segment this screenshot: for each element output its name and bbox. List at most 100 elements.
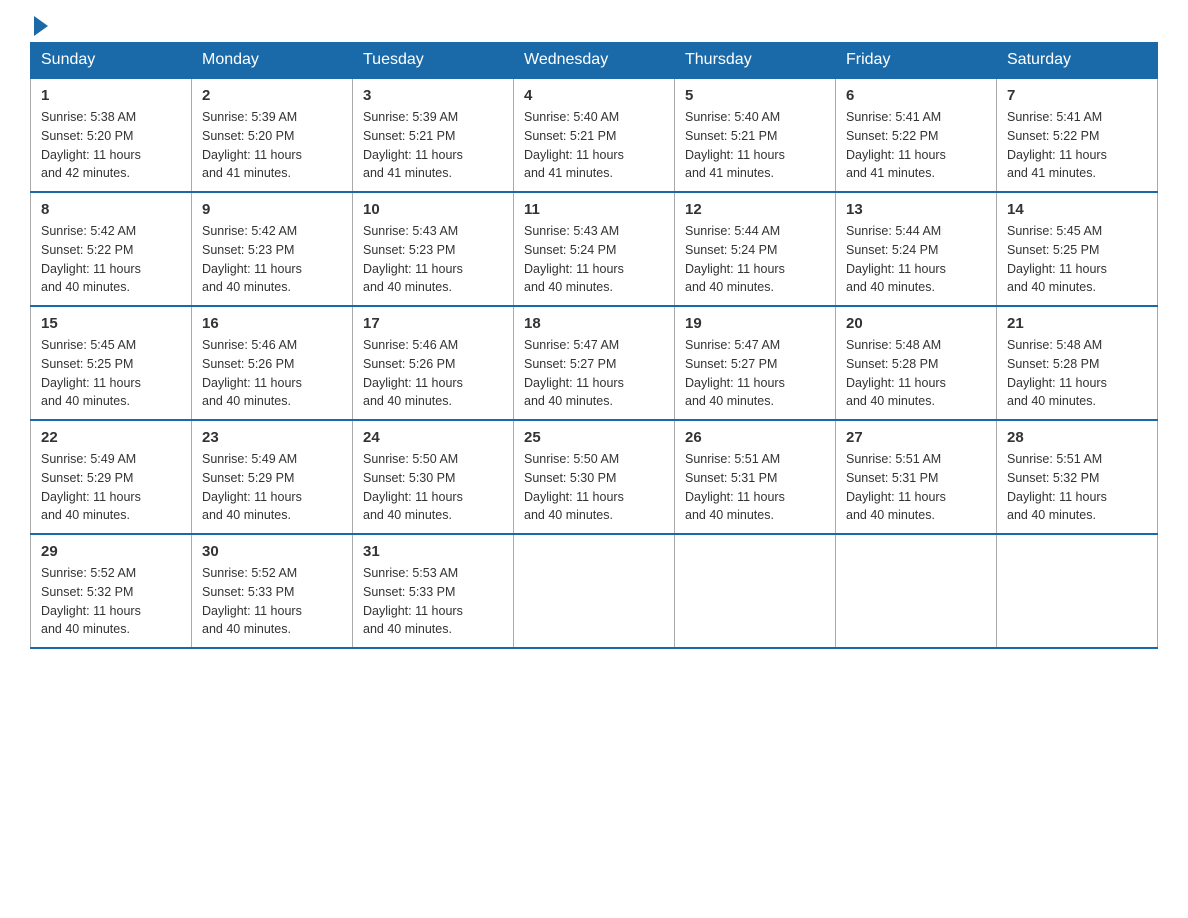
weekday-header-monday: Monday [192, 43, 353, 79]
weekday-header-saturday: Saturday [997, 43, 1158, 79]
calendar-empty-cell [675, 534, 836, 648]
day-info: Sunrise: 5:49 AMSunset: 5:29 PMDaylight:… [41, 450, 181, 525]
day-info: Sunrise: 5:44 AMSunset: 5:24 PMDaylight:… [685, 222, 825, 297]
day-number: 15 [41, 315, 181, 332]
day-number: 25 [524, 429, 664, 446]
day-number: 12 [685, 201, 825, 218]
day-info: Sunrise: 5:47 AMSunset: 5:27 PMDaylight:… [685, 336, 825, 411]
calendar-week-row: 8 Sunrise: 5:42 AMSunset: 5:22 PMDaylight… [31, 192, 1158, 306]
calendar-day-cell: 10 Sunrise: 5:43 AMSunset: 5:23 PMDayligh… [353, 192, 514, 306]
calendar-empty-cell [997, 534, 1158, 648]
day-number: 30 [202, 543, 342, 560]
calendar-empty-cell [514, 534, 675, 648]
day-info: Sunrise: 5:40 AMSunset: 5:21 PMDaylight:… [685, 108, 825, 183]
weekday-header-wednesday: Wednesday [514, 43, 675, 79]
day-number: 21 [1007, 315, 1147, 332]
day-info: Sunrise: 5:52 AMSunset: 5:32 PMDaylight:… [41, 564, 181, 639]
calendar-day-cell: 23 Sunrise: 5:49 AMSunset: 5:29 PMDayligh… [192, 420, 353, 534]
day-info: Sunrise: 5:42 AMSunset: 5:23 PMDaylight:… [202, 222, 342, 297]
day-number: 23 [202, 429, 342, 446]
logo-general-text [30, 20, 48, 36]
calendar-day-cell: 5 Sunrise: 5:40 AMSunset: 5:21 PMDaylight… [675, 78, 836, 192]
calendar-day-cell: 27 Sunrise: 5:51 AMSunset: 5:31 PMDayligh… [836, 420, 997, 534]
day-info: Sunrise: 5:43 AMSunset: 5:24 PMDaylight:… [524, 222, 664, 297]
calendar-day-cell: 31 Sunrise: 5:53 AMSunset: 5:33 PMDayligh… [353, 534, 514, 648]
day-info: Sunrise: 5:53 AMSunset: 5:33 PMDaylight:… [363, 564, 503, 639]
calendar-day-cell: 7 Sunrise: 5:41 AMSunset: 5:22 PMDaylight… [997, 78, 1158, 192]
calendar-day-cell: 16 Sunrise: 5:46 AMSunset: 5:26 PMDayligh… [192, 306, 353, 420]
day-number: 8 [41, 201, 181, 218]
day-number: 11 [524, 201, 664, 218]
weekday-header-friday: Friday [836, 43, 997, 79]
calendar-day-cell: 19 Sunrise: 5:47 AMSunset: 5:27 PMDayligh… [675, 306, 836, 420]
calendar-day-cell: 11 Sunrise: 5:43 AMSunset: 5:24 PMDayligh… [514, 192, 675, 306]
calendar-header-row: SundayMondayTuesdayWednesdayThursdayFrid… [31, 43, 1158, 79]
day-info: Sunrise: 5:52 AMSunset: 5:33 PMDaylight:… [202, 564, 342, 639]
calendar-day-cell: 9 Sunrise: 5:42 AMSunset: 5:23 PMDaylight… [192, 192, 353, 306]
calendar-day-cell: 4Sunrise: 5:40 AMSunset: 5:21 PMDaylight… [514, 78, 675, 192]
day-number: 14 [1007, 201, 1147, 218]
day-number: 27 [846, 429, 986, 446]
calendar-day-cell: 14 Sunrise: 5:45 AMSunset: 5:25 PMDayligh… [997, 192, 1158, 306]
calendar-week-row: 15Sunrise: 5:45 AMSunset: 5:25 PMDayligh… [31, 306, 1158, 420]
calendar-day-cell: 24 Sunrise: 5:50 AMSunset: 5:30 PMDayligh… [353, 420, 514, 534]
day-info: Sunrise: 5:42 AMSunset: 5:22 PMDaylight:… [41, 222, 181, 297]
calendar-day-cell: 15Sunrise: 5:45 AMSunset: 5:25 PMDayligh… [31, 306, 192, 420]
day-number: 13 [846, 201, 986, 218]
day-info: Sunrise: 5:50 AMSunset: 5:30 PMDaylight:… [524, 450, 664, 525]
day-info: Sunrise: 5:43 AMSunset: 5:23 PMDaylight:… [363, 222, 503, 297]
calendar-day-cell: 2Sunrise: 5:39 AMSunset: 5:20 PMDaylight… [192, 78, 353, 192]
day-number: 31 [363, 543, 503, 560]
calendar-day-cell: 29 Sunrise: 5:52 AMSunset: 5:32 PMDayligh… [31, 534, 192, 648]
calendar-empty-cell [836, 534, 997, 648]
day-info: Sunrise: 5:51 AMSunset: 5:31 PMDaylight:… [846, 450, 986, 525]
day-info: Sunrise: 5:49 AMSunset: 5:29 PMDaylight:… [202, 450, 342, 525]
day-number: 20 [846, 315, 986, 332]
day-number: 22 [41, 429, 181, 446]
calendar-day-cell: 13 Sunrise: 5:44 AMSunset: 5:24 PMDayligh… [836, 192, 997, 306]
day-number: 5 [685, 87, 825, 104]
calendar-week-row: 22 Sunrise: 5:49 AMSunset: 5:29 PMDayligh… [31, 420, 1158, 534]
calendar-day-cell: 8 Sunrise: 5:42 AMSunset: 5:22 PMDaylight… [31, 192, 192, 306]
weekday-header-tuesday: Tuesday [353, 43, 514, 79]
day-number: 10 [363, 201, 503, 218]
day-number: 1 [41, 87, 181, 104]
calendar-week-row: 29 Sunrise: 5:52 AMSunset: 5:32 PMDayligh… [31, 534, 1158, 648]
day-number: 2 [202, 87, 342, 104]
day-number: 9 [202, 201, 342, 218]
day-info: Sunrise: 5:40 AMSunset: 5:21 PMDaylight:… [524, 108, 664, 183]
logo [30, 20, 48, 32]
day-number: 19 [685, 315, 825, 332]
day-info: Sunrise: 5:45 AMSunset: 5:25 PMDaylight:… [1007, 222, 1147, 297]
calendar-day-cell: 18Sunrise: 5:47 AMSunset: 5:27 PMDayligh… [514, 306, 675, 420]
day-info: Sunrise: 5:41 AMSunset: 5:22 PMDaylight:… [1007, 108, 1147, 183]
calendar-day-cell: 12 Sunrise: 5:44 AMSunset: 5:24 PMDayligh… [675, 192, 836, 306]
day-info: Sunrise: 5:51 AMSunset: 5:31 PMDaylight:… [685, 450, 825, 525]
day-number: 16 [202, 315, 342, 332]
day-info: Sunrise: 5:47 AMSunset: 5:27 PMDaylight:… [524, 336, 664, 411]
page-header [30, 20, 1158, 32]
weekday-header-sunday: Sunday [31, 43, 192, 79]
calendar-day-cell: 26 Sunrise: 5:51 AMSunset: 5:31 PMDayligh… [675, 420, 836, 534]
weekday-header-thursday: Thursday [675, 43, 836, 79]
day-info: Sunrise: 5:44 AMSunset: 5:24 PMDaylight:… [846, 222, 986, 297]
day-info: Sunrise: 5:46 AMSunset: 5:26 PMDaylight:… [202, 336, 342, 411]
day-info: Sunrise: 5:48 AMSunset: 5:28 PMDaylight:… [1007, 336, 1147, 411]
calendar-day-cell: 22 Sunrise: 5:49 AMSunset: 5:29 PMDayligh… [31, 420, 192, 534]
day-number: 26 [685, 429, 825, 446]
logo-arrow-icon [34, 16, 48, 36]
day-number: 7 [1007, 87, 1147, 104]
day-number: 28 [1007, 429, 1147, 446]
calendar-day-cell: 1Sunrise: 5:38 AMSunset: 5:20 PMDaylight… [31, 78, 192, 192]
day-number: 24 [363, 429, 503, 446]
calendar-day-cell: 3Sunrise: 5:39 AMSunset: 5:21 PMDaylight… [353, 78, 514, 192]
calendar-day-cell: 6Sunrise: 5:41 AMSunset: 5:22 PMDaylight… [836, 78, 997, 192]
day-info: Sunrise: 5:46 AMSunset: 5:26 PMDaylight:… [363, 336, 503, 411]
day-info: Sunrise: 5:48 AMSunset: 5:28 PMDaylight:… [846, 336, 986, 411]
day-number: 29 [41, 543, 181, 560]
day-info: Sunrise: 5:41 AMSunset: 5:22 PMDaylight:… [846, 108, 986, 183]
day-number: 3 [363, 87, 503, 104]
day-info: Sunrise: 5:51 AMSunset: 5:32 PMDaylight:… [1007, 450, 1147, 525]
calendar-day-cell: 25 Sunrise: 5:50 AMSunset: 5:30 PMDayligh… [514, 420, 675, 534]
day-info: Sunrise: 5:50 AMSunset: 5:30 PMDaylight:… [363, 450, 503, 525]
